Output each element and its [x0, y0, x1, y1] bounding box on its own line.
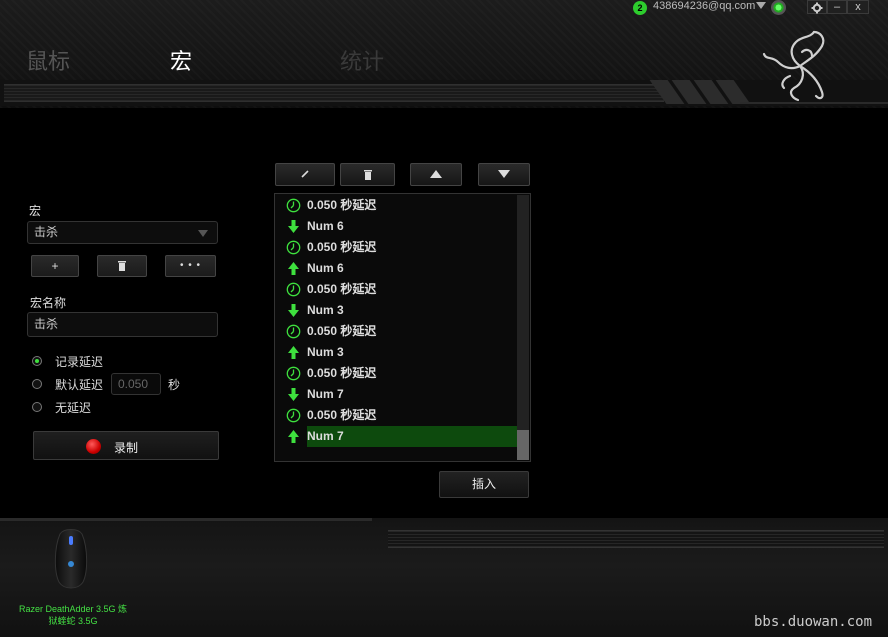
triangle-up-icon: [430, 170, 442, 178]
notification-badge[interactable]: 2: [633, 1, 647, 15]
clock-icon: [286, 198, 301, 213]
delete-event-button[interactable]: [340, 163, 395, 186]
header-mesh: [4, 84, 664, 102]
event-text: Num 7: [307, 429, 344, 443]
tab-mouse[interactable]: 鼠标: [26, 44, 70, 76]
event-row[interactable]: 0.050 秒延迟: [275, 321, 517, 342]
event-text: 0.050 秒延迟: [307, 240, 377, 254]
event-row[interactable]: Num 3: [275, 342, 517, 363]
event-row[interactable]: Num 3: [275, 300, 517, 321]
event-row[interactable]: 0.050 秒延迟: [275, 195, 517, 216]
event-text: Num 7: [307, 387, 344, 401]
triangle-down-icon: [498, 170, 510, 178]
close-button[interactable]: x: [847, 0, 869, 14]
event-text: Num 6: [307, 261, 344, 275]
event-text: 0.050 秒延迟: [307, 198, 377, 212]
macro-name-label: 宏名称: [30, 296, 67, 310]
event-text: 0.050 秒延迟: [307, 366, 377, 380]
no-delay-radio[interactable]: [32, 402, 42, 412]
event-row[interactable]: 0.050 秒延迟: [275, 279, 517, 300]
settings-button[interactable]: [807, 0, 827, 14]
device-name-line2: 狱蝰蛇 3.5G: [48, 616, 98, 626]
gear-icon: [811, 2, 823, 14]
add-macro-button[interactable]: +: [31, 255, 79, 277]
arrow-down-icon: [288, 388, 299, 401]
insert-button[interactable]: 插入: [439, 471, 529, 498]
minimize-button[interactable]: –: [827, 0, 847, 14]
record-icon: [86, 439, 101, 454]
record-delay-label[interactable]: 记录延迟: [55, 353, 103, 370]
clock-icon: [286, 324, 301, 339]
chevron-down-icon[interactable]: [198, 230, 208, 237]
device-name[interactable]: Razer DeathAdder 3.5G 炼 狱蝰蛇 3.5G: [8, 603, 138, 627]
scrollbar-track[interactable]: [517, 195, 529, 460]
default-delay-input[interactable]: 0.050: [111, 373, 161, 395]
macro-event-list[interactable]: 0.050 秒延迟 Num 6 0.050 秒延迟 Num 6 0.050 秒延迟 Num…: [274, 193, 531, 462]
event-text: 0.050 秒延迟: [307, 408, 377, 422]
header-underline: [740, 102, 888, 104]
tab-stats[interactable]: 统计: [340, 44, 384, 76]
event-text: Num 3: [307, 303, 344, 317]
edit-event-button[interactable]: [275, 163, 335, 186]
scrollbar-thumb[interactable]: [517, 430, 529, 460]
online-status-icon[interactable]: [771, 0, 786, 15]
clock-icon: [286, 282, 301, 297]
trash-icon: [363, 170, 372, 180]
device-name-line1: Razer DeathAdder 3.5G 炼: [18, 604, 128, 614]
footer-mesh: [388, 530, 884, 548]
arrow-up-icon: [288, 346, 299, 359]
arrow-up-icon: [288, 262, 299, 275]
event-row[interactable]: Num 7: [275, 384, 517, 405]
event-row[interactable]: 0.050 秒延迟: [275, 405, 517, 426]
arrow-down-icon: [288, 220, 299, 233]
delete-macro-button[interactable]: [97, 255, 147, 277]
event-row[interactable]: 0.050 秒延迟: [275, 363, 517, 384]
clock-icon: [286, 408, 301, 423]
record-button[interactable]: 录制: [33, 431, 219, 460]
record-delay-radio[interactable]: [32, 356, 42, 366]
record-label: 录制: [114, 441, 139, 455]
event-row[interactable]: Num 6: [275, 216, 517, 237]
account-dropdown-icon[interactable]: [756, 2, 766, 9]
event-row[interactable]: Num 7: [275, 426, 517, 447]
macro-select[interactable]: 击杀: [27, 221, 218, 244]
watermark: bbs.duowan.com: [754, 614, 873, 630]
event-text: Num 6: [307, 219, 344, 233]
mouse-device-icon[interactable]: [50, 528, 92, 590]
default-delay-label[interactable]: 默认延迟: [55, 376, 103, 393]
macro-label: 宏: [29, 204, 42, 218]
event-text: 0.050 秒延迟: [307, 324, 377, 338]
clock-icon: [286, 240, 301, 255]
default-delay-radio[interactable]: [32, 379, 42, 389]
delay-unit-label: 秒: [168, 378, 181, 392]
trash-icon: [118, 261, 126, 271]
arrow-up-icon: [288, 430, 299, 443]
macro-name-input[interactable]: 击杀: [27, 312, 218, 337]
move-up-button[interactable]: [410, 163, 462, 186]
event-row[interactable]: Num 6: [275, 258, 517, 279]
more-options-button[interactable]: • • •: [165, 255, 216, 277]
macro-select-value: 击杀: [34, 225, 59, 239]
pencil-icon: [301, 170, 309, 178]
no-delay-label[interactable]: 无延迟: [55, 399, 91, 416]
account-email[interactable]: 438694236@qq.com: [653, 0, 755, 12]
razer-logo-icon: [762, 30, 825, 102]
arrow-down-icon: [288, 304, 299, 317]
header-slashes: [649, 80, 751, 104]
footer-edge: [0, 518, 372, 521]
event-row[interactable]: 0.050 秒延迟: [275, 237, 517, 258]
event-text: 0.050 秒延迟: [307, 282, 377, 296]
clock-icon: [286, 366, 301, 381]
event-text: Num 3: [307, 345, 344, 359]
move-down-button[interactable]: [478, 163, 530, 186]
tab-macro[interactable]: 宏: [170, 44, 192, 76]
